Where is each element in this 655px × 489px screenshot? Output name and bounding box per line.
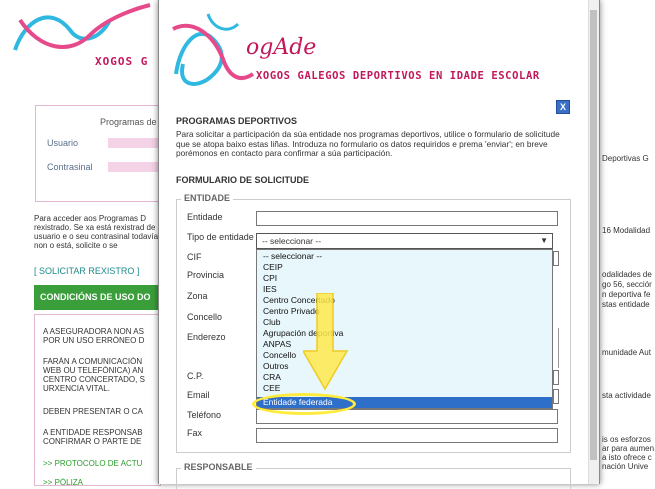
entidade-legend: ENTIDADE <box>181 193 234 203</box>
svg-text:ogAde: ogAde <box>246 35 316 60</box>
condition-line: DEBEN PRESENTAR O CA <box>43 407 143 416</box>
right-snippet: is os esforzos <box>602 435 651 444</box>
cif-input[interactable] <box>553 251 559 266</box>
condition-line: CONFIRMAR O PARTE DE <box>43 437 142 446</box>
dropdown-option[interactable]: Concello <box>263 350 296 360</box>
protocol-link[interactable]: >> PROTOCOLO DE ACTU <box>43 459 161 468</box>
right-snippet: n deportiva fe <box>602 290 651 299</box>
email-input[interactable] <box>553 389 559 404</box>
xogade-logo-background <box>13 3 151 51</box>
condition-line: WEB OU TELEFÓNICA) AN <box>43 366 144 375</box>
dropdown-option[interactable]: Club <box>263 317 280 327</box>
select-value: -- seleccionar -- <box>262 236 322 246</box>
cif-label: CIF <box>187 252 202 262</box>
contrasinal-label: Contrasinal <box>47 162 93 172</box>
dropdown-option[interactable]: CRA <box>263 372 281 382</box>
chevron-down-icon: ▼ <box>540 236 548 245</box>
entidade-label: Entidade <box>187 212 223 222</box>
modal-scrollbar[interactable] <box>588 0 599 484</box>
right-snippet: Deportivas G <box>602 154 649 163</box>
login-title: Programas de <box>100 117 157 127</box>
background-logo-tagline: XOGOS G <box>95 55 149 68</box>
access-help-text: Para acceder aos Programas D rexistrado.… <box>34 214 159 250</box>
dropdown-option[interactable]: IES <box>263 284 277 294</box>
email-label: Email <box>187 390 210 400</box>
provincia-label: Provincia <box>187 270 225 280</box>
cp-label: C.P. <box>187 371 204 381</box>
right-snippet: nación Unive <box>602 462 649 471</box>
conditions-header[interactable]: CONDICIÓNS DE USO DO <box>34 285 159 310</box>
condition-line: FARÁN A COMUNICACIÓN <box>43 357 143 366</box>
dropdown-option[interactable]: -- seleccionar -- <box>263 251 322 261</box>
close-button[interactable]: X <box>556 100 570 114</box>
right-snippet: stas entidade <box>602 300 650 309</box>
conditions-box: A ASEGURADORA NON AS POR UN USO ERRÓNEO … <box>34 314 161 487</box>
right-snippet: sta actividade <box>602 391 651 400</box>
tipo-entidade-select[interactable]: -- seleccionar -- ▼ <box>256 233 553 249</box>
fax-label: Fax <box>187 428 203 438</box>
poliza-link[interactable]: >> PÓLIZA <box>43 478 161 487</box>
right-snippet: 16 Modalidad <box>602 226 651 235</box>
dropdown-option[interactable]: ANPAS <box>263 339 291 349</box>
cp-input[interactable] <box>553 370 559 385</box>
right-snippet: odalidades de <box>602 270 652 279</box>
right-snippet: go 56, secciór <box>602 280 652 289</box>
tipo-entidade-label: Tipo de entidade <box>187 232 254 242</box>
condition-line: POR UN USO ERRÓNEO D <box>43 336 145 345</box>
contrasinal-input[interactable] <box>108 162 158 172</box>
condition-line: A ASEGURADORA NON AS <box>43 327 144 336</box>
form-title: FORMULARIO DE SOLICITUDE <box>176 175 309 185</box>
dropdown-option[interactable]: CPI <box>263 273 277 283</box>
fax-input[interactable] <box>256 428 558 443</box>
right-snippet: munidade Aut <box>602 348 651 357</box>
intro-text: Para solicitar a participación da súa en… <box>176 129 560 158</box>
right-snippet: ar para aumen <box>602 444 655 453</box>
dropdown-option[interactable]: Outros <box>263 361 289 371</box>
condition-line: CENTRO CONCERTADO, S <box>43 375 145 384</box>
tipo-entidade-dropdown[interactable]: -- seleccionar -- CEIP CPI IES Centro Co… <box>256 249 553 409</box>
entidade-input[interactable] <box>256 211 558 226</box>
zona-label: Zona <box>187 291 208 301</box>
modal-tagline: XOGOS GALEGOS DEPORTIVOS EN IDADE ESCOLA… <box>256 70 540 82</box>
telefono-label: Teléfono <box>187 410 222 420</box>
scrollbar-thumb[interactable] <box>590 10 597 460</box>
condition-line: A ENTIDADE RESPONSAB <box>43 428 143 437</box>
highlight-ellipse <box>252 393 356 415</box>
condition-line: URXENCIA VITAL. <box>43 384 110 393</box>
dropdown-option[interactable]: CEE <box>263 383 280 392</box>
annotation-arrow-icon <box>303 293 349 391</box>
dropdown-option[interactable]: CEIP <box>263 262 283 272</box>
right-snippet: a isto ofrece c <box>602 453 652 462</box>
usuario-label: Usuario <box>47 138 79 148</box>
concello-label: Concello <box>187 312 223 322</box>
section-title: PROGRAMAS DEPORTIVOS <box>176 116 298 126</box>
register-link[interactable]: [ SOLICITAR REXISTRO ] <box>34 266 139 276</box>
usuario-input[interactable] <box>108 138 158 148</box>
responsable-legend: RESPONSABLE <box>181 462 256 472</box>
enderezo-label: Enderezo <box>187 332 226 342</box>
